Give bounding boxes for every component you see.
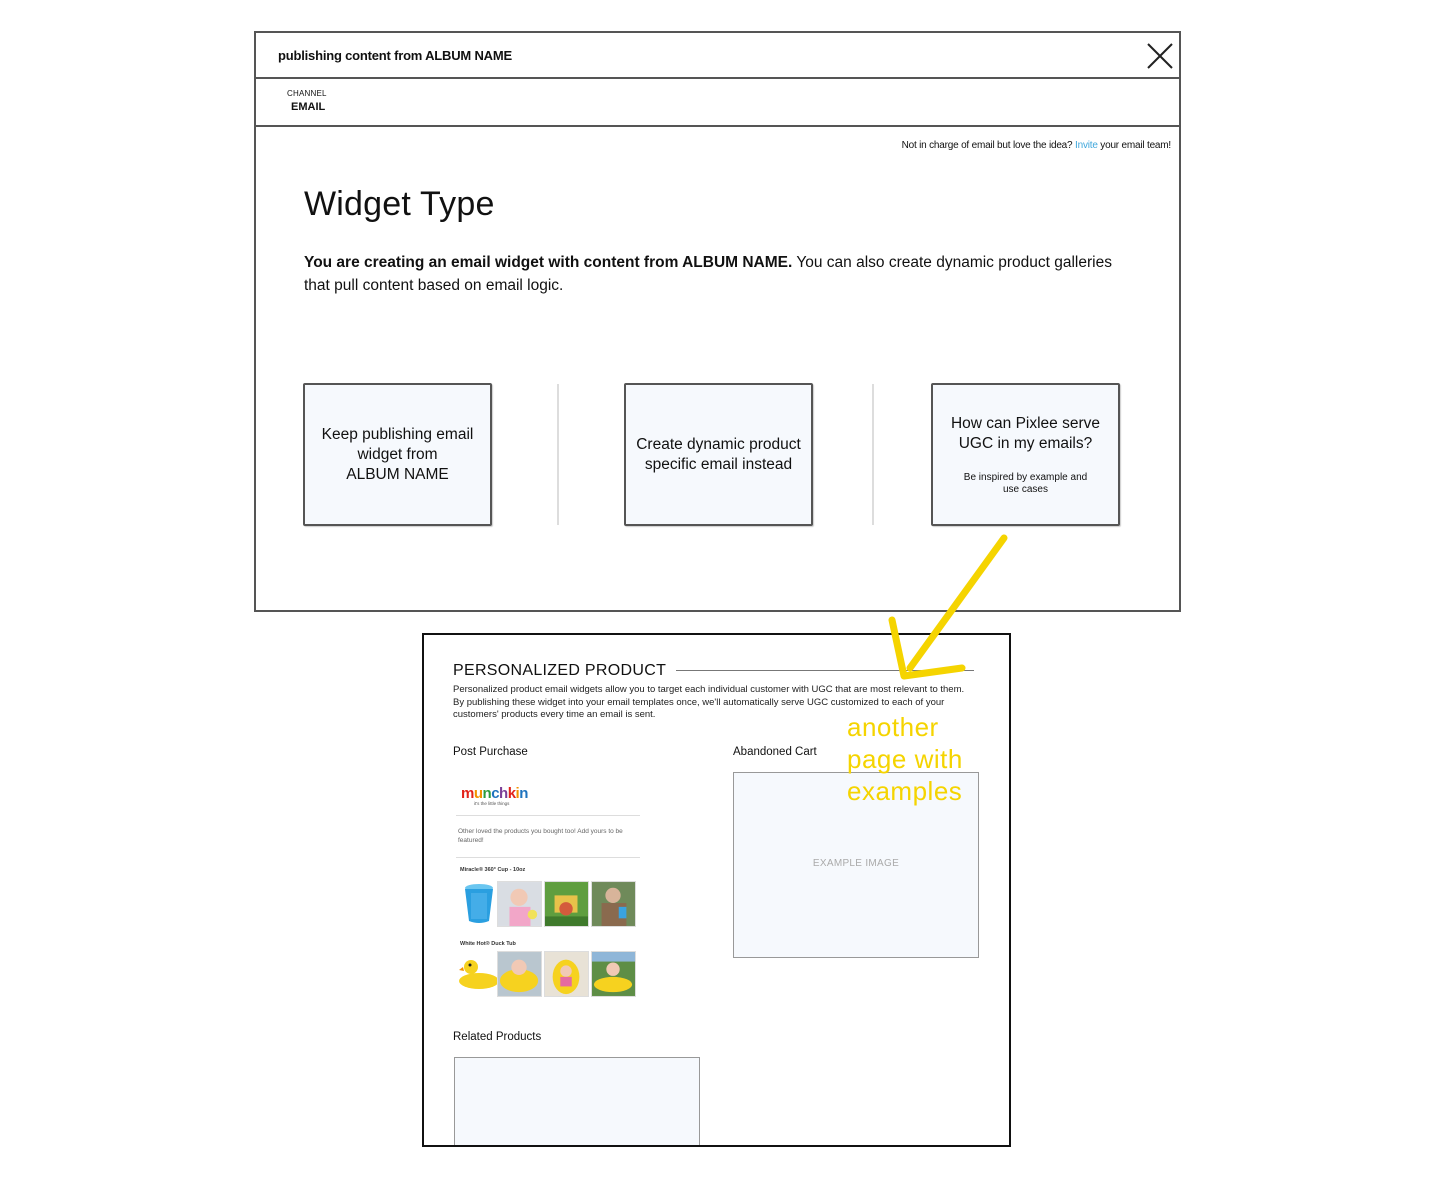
annotation-line: another	[847, 712, 939, 742]
photo-thumb	[591, 951, 636, 997]
channel-value: EMAIL	[291, 101, 326, 113]
card-title: Keep publishing email widget from ALBUM …	[322, 425, 474, 485]
photo-thumb	[497, 881, 542, 927]
photo-thumb	[591, 881, 636, 927]
card-line: widget from	[357, 445, 438, 463]
divider	[456, 857, 640, 858]
how-pixlee-card[interactable]: How can Pixlee serve UGC in my emails? B…	[931, 383, 1120, 526]
card-line: UGC in my emails?	[958, 434, 1093, 452]
abandoned-cart-label: Abandoned Cart	[733, 746, 817, 758]
modal-header: publishing content from ALBUM NAME	[256, 33, 1181, 79]
arrow-icon	[888, 534, 1008, 680]
logo-tagline: it's the little things	[474, 801, 510, 806]
card-title: Create dynamic product specific email in…	[636, 435, 801, 475]
post-purchase-label: Post Purchase	[453, 746, 528, 758]
intro-bold: You are creating an email widget with co…	[304, 254, 793, 271]
close-icon[interactable]	[1145, 41, 1175, 71]
invite-prefix: Not in charge of email but love the idea…	[901, 140, 1075, 151]
publish-modal: publishing content from ALBUM NAME CHANN…	[254, 31, 1181, 612]
cup-image	[457, 881, 502, 927]
photo-thumb	[544, 881, 589, 927]
card-line: ALBUM NAME	[346, 465, 449, 483]
intro-text: You are creating an email widget with co…	[304, 251, 1124, 297]
channel-row: CHANNEL EMAIL	[256, 79, 1181, 127]
modal-title: publishing content from ALBUM NAME	[278, 48, 512, 63]
section-heading: PERSONALIZED PRODUCT	[453, 662, 667, 679]
product-name: Miracle® 360° Cup - 10oz	[460, 867, 526, 873]
card-line: specific email instead	[644, 455, 793, 473]
divider	[872, 384, 874, 525]
photo-thumb	[497, 951, 542, 997]
munchkin-logo: munchkin	[461, 785, 528, 802]
invite-line: Not in charge of email but love the idea…	[901, 140, 1172, 151]
duck-tub-image	[457, 951, 502, 997]
product-name: White Hot® Duck Tub	[460, 941, 516, 947]
email-copy: Other loved the products you bought too!…	[458, 828, 623, 844]
card-sub-line: use cases	[1002, 483, 1048, 495]
card-sub-line: Be inspired by example and	[963, 471, 1088, 483]
keep-publishing-card[interactable]: Keep publishing email widget from ALBUM …	[303, 383, 492, 526]
card-title: How can Pixlee serve UGC in my emails?	[951, 414, 1100, 454]
photo-thumb	[544, 951, 589, 997]
related-products-placeholder	[454, 1057, 700, 1145]
example-image-label: EXAMPLE IMAGE	[812, 858, 900, 869]
invite-link[interactable]: Invite	[1075, 140, 1098, 151]
card-line: Keep publishing email	[321, 425, 474, 443]
annotation-note: another page with examples	[847, 711, 963, 807]
annotation-line: examples	[847, 776, 963, 806]
card-line: How can Pixlee serve	[950, 414, 1101, 432]
card-subtitle: Be inspired by example and use cases	[964, 472, 1087, 496]
card-line: Create dynamic product	[636, 435, 801, 453]
dynamic-product-card[interactable]: Create dynamic product specific email in…	[624, 383, 813, 526]
related-products-label: Related Products	[453, 1031, 542, 1043]
channel-label: CHANNEL	[287, 89, 327, 98]
divider	[557, 384, 559, 525]
divider	[456, 815, 640, 816]
page-title: Widget Type	[304, 185, 495, 223]
annotation-line: page with	[847, 744, 963, 774]
invite-suffix: your email team!	[1097, 140, 1171, 151]
